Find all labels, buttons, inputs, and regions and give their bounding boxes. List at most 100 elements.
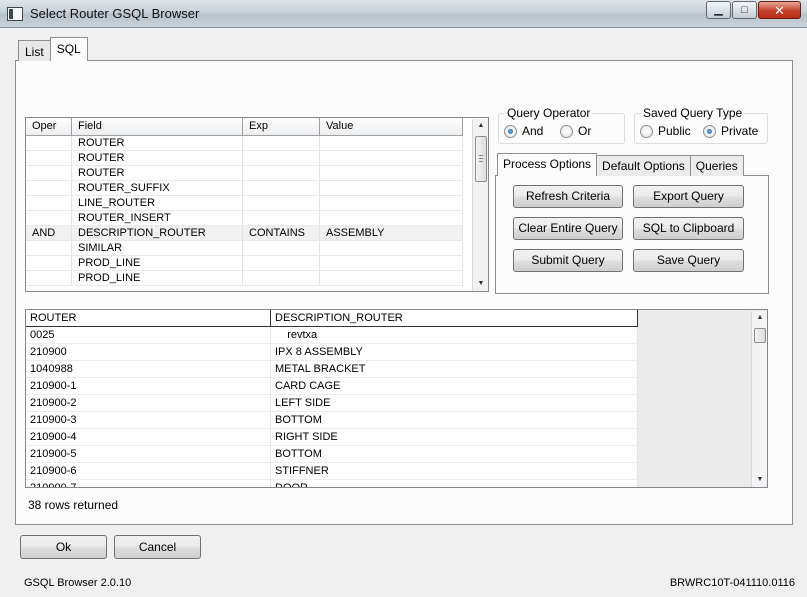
criteria-cell-field[interactable]: DESCRIPTION_ROUTER: [72, 226, 243, 241]
column-header-oper[interactable]: Oper: [26, 118, 72, 136]
tab-sql[interactable]: SQL: [49, 37, 88, 61]
radio-private-indicator[interactable]: [703, 124, 716, 138]
scroll-up-icon[interactable]: ▲: [473, 119, 488, 133]
criteria-cell-field[interactable]: ROUTER: [72, 166, 243, 181]
table-row[interactable]: 210900-3 BOTTOM: [26, 412, 638, 429]
cancel-button[interactable]: Cancel: [114, 535, 201, 559]
criteria-scroll-thumb[interactable]: [475, 136, 487, 182]
tab-queries[interactable]: Queries: [689, 155, 744, 176]
radio-or[interactable]: Or: [560, 124, 591, 138]
criteria-cell-exp[interactable]: [243, 241, 320, 256]
criteria-cell-exp[interactable]: [243, 271, 320, 286]
criteria-row[interactable]: ROUTER: [26, 166, 463, 181]
criteria-cell-oper[interactable]: [26, 151, 72, 166]
criteria-row[interactable]: ROUTER_SUFFIX: [26, 181, 463, 196]
maximize-button[interactable]: □: [732, 1, 757, 19]
tab-list[interactable]: List: [18, 40, 51, 61]
criteria-cell-value[interactable]: ASSEMBLY: [320, 226, 463, 241]
radio-and[interactable]: And: [504, 124, 543, 138]
table-row[interactable]: 210900-6 STIFFNER: [26, 463, 638, 480]
column-header-exp[interactable]: Exp: [243, 118, 320, 136]
radio-and-indicator[interactable]: [504, 124, 517, 138]
criteria-grid[interactable]: Oper Field Exp Value ROUTER ROUTER ROUTER R…: [25, 117, 489, 292]
column-header-value[interactable]: Value: [320, 118, 463, 136]
criteria-cell-field[interactable]: LINE_ROUTER: [72, 196, 243, 211]
criteria-cell-oper[interactable]: [26, 166, 72, 181]
table-row[interactable]: 210900-4 RIGHT SIDE: [26, 429, 638, 446]
criteria-cell-exp[interactable]: [243, 151, 320, 166]
scroll-down-icon[interactable]: ▼: [752, 473, 767, 487]
criteria-cell-field[interactable]: ROUTER: [72, 151, 243, 166]
table-row[interactable]: 0025 revtxa: [26, 327, 638, 344]
table-row[interactable]: 210900 IPX 8 ASSEMBLY: [26, 344, 638, 361]
criteria-scrollbar[interactable]: ▲ ▼: [472, 119, 488, 291]
criteria-cell-field[interactable]: PROD_LINE: [72, 256, 243, 271]
results-scroll-thumb[interactable]: [754, 328, 766, 343]
table-row[interactable]: 210900-2 LEFT SIDE: [26, 395, 638, 412]
criteria-cell-field[interactable]: ROUTER_SUFFIX: [72, 181, 243, 196]
criteria-cell-oper[interactable]: [26, 136, 72, 151]
column-header-field[interactable]: Field: [72, 118, 243, 136]
sql-to-clipboard-button[interactable]: SQL to Clipboard: [633, 217, 744, 240]
criteria-row[interactable]: ROUTER_INSERT: [26, 211, 463, 226]
criteria-cell-field[interactable]: ROUTER: [72, 136, 243, 151]
criteria-cell-value[interactable]: [320, 196, 463, 211]
criteria-cell-exp[interactable]: [243, 211, 320, 226]
criteria-cell-exp[interactable]: [243, 166, 320, 181]
table-row[interactable]: 210900-1 CARD CAGE: [26, 378, 638, 395]
criteria-cell-exp[interactable]: CONTAINS: [243, 226, 320, 241]
criteria-cell-value[interactable]: [320, 181, 463, 196]
criteria-cell-value[interactable]: [320, 136, 463, 151]
criteria-cell-value[interactable]: [320, 256, 463, 271]
ok-button[interactable]: Ok: [20, 535, 107, 559]
criteria-cell-value[interactable]: [320, 241, 463, 256]
radio-public[interactable]: Public: [640, 124, 691, 138]
tab-default-options[interactable]: Default Options: [596, 155, 691, 176]
results-grid[interactable]: ROUTER DESCRIPTION_ROUTER 0025 revtxa 210…: [25, 309, 768, 488]
radio-or-indicator[interactable]: [560, 124, 573, 138]
criteria-cell-exp[interactable]: [243, 196, 320, 211]
table-row[interactable]: 1040988 METAL BRACKET: [26, 361, 638, 378]
clear-entire-query-button[interactable]: Clear Entire Query: [513, 217, 623, 240]
criteria-row[interactable]: AND DESCRIPTION_ROUTER CONTAINS ASSEMBLY: [26, 226, 463, 241]
table-row[interactable]: 210900-5 BOTTOM: [26, 446, 638, 463]
criteria-row[interactable]: PROD_LINE: [26, 271, 463, 286]
column-header-router[interactable]: ROUTER: [26, 310, 271, 327]
criteria-cell-oper[interactable]: [26, 256, 72, 271]
scroll-up-icon[interactable]: ▲: [752, 311, 767, 325]
export-query-button[interactable]: Export Query: [633, 185, 744, 208]
criteria-cell-oper[interactable]: [26, 211, 72, 226]
refresh-criteria-button[interactable]: Refresh Criteria: [513, 185, 623, 208]
criteria-cell-exp[interactable]: [243, 181, 320, 196]
criteria-cell-oper[interactable]: [26, 241, 72, 256]
criteria-cell-exp[interactable]: [243, 256, 320, 271]
criteria-row[interactable]: ROUTER: [26, 151, 463, 166]
radio-private[interactable]: Private: [703, 124, 758, 138]
scroll-down-icon[interactable]: ▼: [473, 277, 488, 291]
criteria-row[interactable]: SIMILAR: [26, 241, 463, 256]
criteria-cell-field[interactable]: SIMILAR: [72, 241, 243, 256]
criteria-cell-oper[interactable]: [26, 181, 72, 196]
radio-public-indicator[interactable]: [640, 124, 653, 138]
criteria-cell-oper[interactable]: [26, 271, 72, 286]
table-row[interactable]: 210900-7 DOOR: [26, 480, 638, 487]
column-header-description-router[interactable]: DESCRIPTION_ROUTER: [271, 310, 638, 327]
results-scrollbar[interactable]: ▲ ▼: [751, 311, 767, 487]
criteria-cell-oper[interactable]: AND: [26, 226, 72, 241]
criteria-cell-value[interactable]: [320, 151, 463, 166]
tab-process-options[interactable]: Process Options: [497, 153, 598, 176]
criteria-row[interactable]: PROD_LINE: [26, 256, 463, 271]
close-button[interactable]: ✕: [758, 1, 801, 19]
save-query-button[interactable]: Save Query: [633, 249, 744, 272]
minimize-button[interactable]: ▁: [706, 1, 731, 19]
criteria-cell-value[interactable]: [320, 271, 463, 286]
criteria-row[interactable]: ROUTER: [26, 136, 463, 151]
criteria-cell-value[interactable]: [320, 166, 463, 181]
criteria-row[interactable]: LINE_ROUTER: [26, 196, 463, 211]
criteria-cell-exp[interactable]: [243, 136, 320, 151]
criteria-cell-field[interactable]: ROUTER_INSERT: [72, 211, 243, 226]
submit-query-button[interactable]: Submit Query: [513, 249, 623, 272]
criteria-cell-oper[interactable]: [26, 196, 72, 211]
criteria-cell-field[interactable]: PROD_LINE: [72, 271, 243, 286]
criteria-cell-value[interactable]: [320, 211, 463, 226]
